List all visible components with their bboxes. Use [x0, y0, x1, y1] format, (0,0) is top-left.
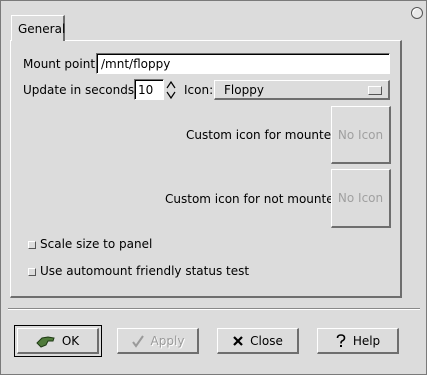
ok-button[interactable]: OK [14, 325, 102, 357]
mount-point-input[interactable]: /mnt/floppy [96, 53, 390, 74]
update-seconds-label: Update in seconds: [23, 83, 139, 97]
close-button[interactable]: Close [217, 328, 299, 354]
tab-general-label: General [18, 22, 66, 36]
update-seconds-spinbox[interactable]: 10 [134, 79, 164, 100]
custom-unmounted-icon-button[interactable]: No Icon [331, 169, 391, 228]
icon-label: Icon: [184, 83, 214, 97]
help-button[interactable]: Help [317, 328, 399, 354]
checkmark-icon [131, 334, 144, 348]
icon-option-value: Floppy [224, 83, 264, 97]
button-separator [8, 308, 420, 310]
update-seconds-value: 10 [138, 83, 154, 97]
custom-unmounted-label: Custom icon for not mounted: [165, 192, 346, 206]
scale-size-label[interactable]: Scale size to panel [40, 237, 152, 251]
close-button-label: Close [250, 333, 283, 348]
apply-button[interactable]: Apply [117, 328, 199, 354]
question-mark-icon [336, 333, 346, 347]
option-indicator-icon [368, 86, 382, 95]
ok-hand-icon [36, 335, 55, 348]
custom-unmounted-button-label: No Icon [337, 191, 384, 205]
automount-label[interactable]: Use automount friendly status test [40, 264, 249, 278]
window-close-knob[interactable] [411, 7, 423, 19]
custom-mounted-label: Custom icon for mounted: [186, 128, 343, 142]
mount-point-value: /mnt/floppy [101, 57, 171, 71]
tab-general[interactable]: General [11, 15, 65, 41]
scale-size-checkbox[interactable] [28, 241, 36, 249]
custom-mounted-button-label: No Icon [337, 127, 384, 142]
help-button-label: Help [352, 333, 381, 348]
ok-button-label: OK [61, 333, 80, 348]
apply-button-label: Apply [150, 333, 185, 348]
custom-mounted-icon-button[interactable]: No Icon [331, 106, 391, 164]
x-icon [233, 335, 243, 346]
mount-point-label: Mount point: [23, 57, 100, 71]
icon-option-menu[interactable]: Floppy [214, 80, 390, 100]
automount-checkbox[interactable] [28, 268, 36, 276]
spin-arrows-icon[interactable] [165, 80, 177, 100]
